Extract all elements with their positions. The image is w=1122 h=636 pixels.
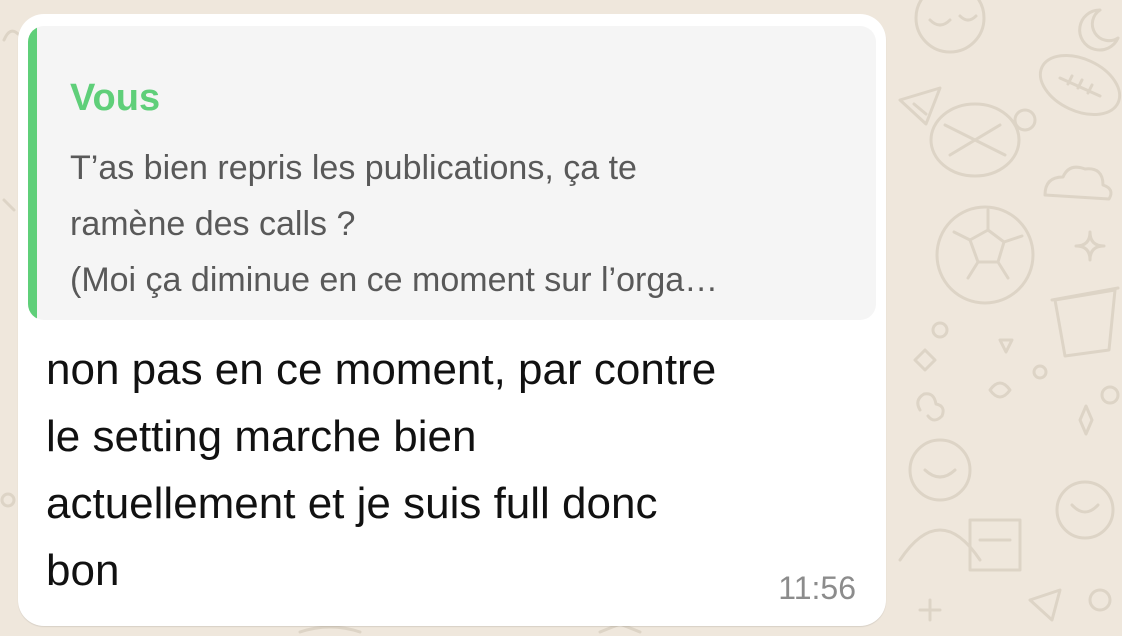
cloud-icon [1043,165,1113,201]
message-text-line: le setting marche bien [46,412,477,461]
quoted-message[interactable]: Vous T’as bien repris les publications, … [28,26,876,320]
quoted-text: T’as bien repris les publications, ça te… [70,140,860,308]
sparkle-icon [1074,230,1106,262]
message-bubble[interactable]: Vous T’as bien repris les publications, … [18,14,886,626]
message-timestamp: 11:56 [778,570,856,606]
soccer-ball-icon [935,205,1035,305]
moon-icon [1078,8,1120,52]
flower-pot-icon [1050,286,1120,358]
football-icon [1038,53,1122,117]
quoted-text-line: (Moi ça diminue en ce moment sur l’orga… [70,261,719,299]
message-text: non pas en ce moment, par contre le sett… [46,336,866,604]
cat-icon [914,0,986,54]
person-icon [898,438,982,562]
quoted-text-line: ramène des calls ? [70,205,356,243]
quote-accent-bar [28,26,37,320]
paper-plane-icon [898,86,942,126]
quoted-author: Vous [70,77,161,119]
message-text-line: non pas en ce moment, par contre [46,345,717,394]
message-text-line: bon [46,546,120,595]
message-text-line: actuellement et je suis full donc [46,479,658,528]
turtle-icon [929,102,1037,178]
quoted-text-line: T’as bien repris les publications, ça te [70,149,637,187]
